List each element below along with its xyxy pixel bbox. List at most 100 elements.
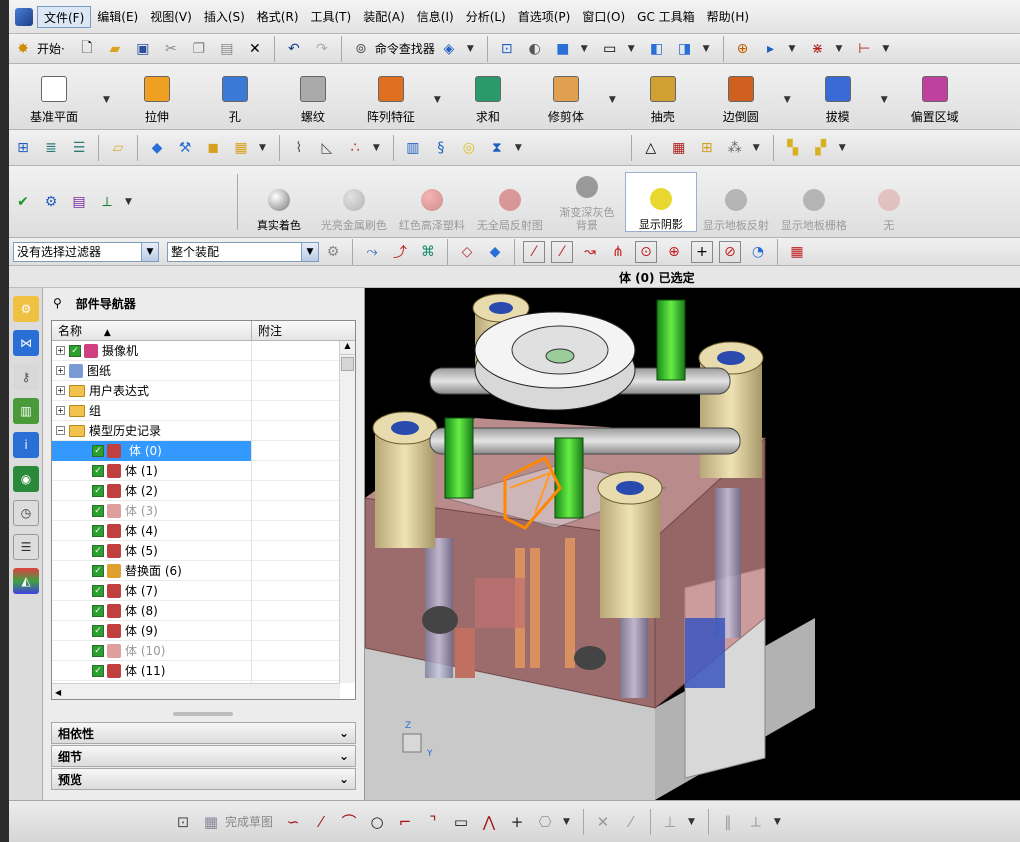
chevron-down-icon[interactable]: ▼ (103, 95, 110, 105)
tree-node[interactable]: + ✓ 摄像机 (52, 340, 252, 361)
grid-icon[interactable]: ▦ (786, 241, 808, 263)
cut-icon[interactable]: ✂ (160, 38, 182, 60)
tree-node[interactable]: ✓ 体 (11) (52, 660, 252, 681)
coordinate-icon[interactable]: ⟂ (96, 191, 118, 213)
tree-row[interactable]: + 图纸 (52, 360, 355, 381)
reuse-library-tab-icon[interactable]: ▥ (13, 398, 39, 424)
tree-node[interactable]: ✓ 体 (10) (52, 640, 252, 661)
feature-button[interactable]: 偏置区域 (896, 67, 974, 125)
undo-icon[interactable]: ↶ (283, 38, 305, 60)
paste-icon[interactable]: ▤ (216, 38, 238, 60)
tree-node[interactable]: ✓ 体 (0) (52, 440, 252, 461)
shading-button[interactable]: 显示地板栅格 (775, 172, 853, 232)
binoculars-icon[interactable]: ⊚ (350, 38, 372, 60)
chevron-down-icon[interactable]: ▼ (882, 44, 889, 54)
expand-icon[interactable]: + (56, 346, 65, 355)
assembly-navigator-tab-icon[interactable]: ⚙ (13, 296, 39, 322)
start-button[interactable]: 开始· (37, 40, 65, 57)
tree-row[interactable]: ✓ 替换面 (6) (52, 560, 355, 581)
visibility-checkbox[interactable]: ✓ (92, 584, 104, 597)
finish-sketch-button[interactable]: 完成草图 (225, 813, 273, 830)
select-feature-icon[interactable]: ⌘ (417, 241, 439, 263)
snap-center-icon[interactable]: ⊙ (635, 240, 657, 263)
app-icon[interactable] (15, 7, 33, 26)
table-icon[interactable]: ▦ (668, 137, 690, 159)
snap-point-icon[interactable]: + (691, 240, 713, 263)
tree-row[interactable]: ✓ 体 (2) (52, 480, 355, 501)
part-navigator-tab-icon[interactable]: ⚷ (13, 364, 39, 390)
polygon-icon[interactable]: ⋀ (478, 811, 500, 833)
profile-icon[interactable]: ∽ (282, 811, 304, 833)
feature-button[interactable]: 拉伸 (118, 67, 196, 125)
tree-node[interactable]: + 组 (52, 400, 252, 421)
hammer-icon[interactable]: ⚒ (174, 137, 196, 159)
chevron-down-icon[interactable]: ▼ (259, 143, 266, 153)
chevron-down-icon[interactable]: ▼ (301, 242, 318, 261)
layer-settings-icon[interactable]: ☰ (68, 137, 90, 159)
selection-filter-dropdown[interactable]: 没有选择过滤器 ▼ (13, 241, 159, 262)
assembly-scope-dropdown[interactable]: 整个装配 ▼ (167, 241, 319, 262)
tree-node[interactable]: ✓ 体 (3) (52, 500, 252, 521)
chevron-down-icon[interactable]: ▼ (515, 143, 522, 153)
feature-button[interactable]: 螺纹 (274, 67, 352, 125)
select-face-icon[interactable]: ⤳ (361, 241, 383, 263)
tree-row[interactable]: − 模型历史记录 (52, 420, 355, 441)
visibility-checkbox[interactable]: ✓ (92, 544, 104, 557)
tree-row[interactable]: ✓ 体 (4) (52, 520, 355, 541)
chevron-down-icon[interactable]: ⌄ (339, 726, 349, 740)
check-geometry-icon[interactable]: ✔ (12, 191, 34, 213)
start-icon[interactable]: ✸ (12, 38, 34, 60)
menu-item[interactable]: 工具(T) (305, 6, 358, 28)
history-tab-icon[interactable]: ◷ (13, 500, 39, 526)
snap-intersect-icon[interactable]: ⋔ (607, 241, 629, 263)
tree-row[interactable]: + 用户表达式 (52, 380, 355, 401)
rectangle-icon[interactable]: ▭ (450, 811, 472, 833)
horizontal-scrollbar[interactable]: ◀ (52, 683, 340, 699)
blocks-icon[interactable]: ▚ (782, 137, 804, 159)
menu-item[interactable]: 帮助(H) (701, 6, 755, 28)
tree-row[interactable]: ✓ 体 (8) (52, 600, 355, 621)
extend-icon[interactable]: ⁄ (620, 811, 642, 833)
tree-row[interactable]: ✓ 体 (10) (52, 640, 355, 661)
redo-icon[interactable]: ↷ (311, 38, 333, 60)
snap-curve-icon[interactable]: ↝ (579, 241, 601, 263)
new-file-icon[interactable]: 🗋 (76, 38, 98, 60)
shading-button[interactable]: 显示阴影 (624, 171, 697, 232)
open-folder-icon[interactable]: ▰ (104, 38, 126, 60)
fit-view-icon[interactable]: ⊡ (496, 38, 518, 60)
chevron-down-icon[interactable]: ▼ (835, 44, 842, 54)
select-solid-icon[interactable]: ◆ (484, 241, 506, 263)
chevron-down-icon[interactable]: ▼ (125, 197, 132, 207)
tree-row[interactable]: + ✓ 摄像机 (52, 340, 355, 361)
selection-icon[interactable]: ◈ (438, 38, 460, 60)
eraser-icon[interactable]: ▱ (107, 137, 129, 159)
tree-node[interactable]: + 图纸 (52, 360, 252, 381)
menu-item[interactable]: 视图(V) (144, 6, 198, 28)
visibility-checkbox[interactable]: ✓ (92, 444, 104, 457)
chevron-down-icon[interactable]: ▼ (434, 95, 441, 105)
info-tab-icon[interactable]: i (13, 432, 39, 458)
collapse-icon[interactable]: − (56, 426, 65, 435)
column-header-note[interactable]: 附注 (252, 321, 355, 340)
scroll-left-icon[interactable]: ◀ (55, 688, 61, 697)
snap-normal-icon[interactable]: ◔ (747, 241, 769, 263)
tree-node[interactable]: ✓ 体 (9) (52, 620, 252, 641)
palette-tab-icon[interactable]: ◭ (13, 568, 39, 594)
mold-assembly-model[interactable]: Z Y (365, 288, 1020, 800)
visibility-checkbox[interactable]: ✓ (92, 624, 104, 637)
shading-button[interactable]: 光亮金属刷色 (315, 172, 393, 232)
expand-icon[interactable]: + (56, 386, 65, 395)
menu-item[interactable]: 编辑(E) (91, 6, 144, 28)
feature-button[interactable]: 阵列特征 (352, 67, 430, 125)
snap-arc-icon[interactable]: ⊘ (719, 240, 741, 263)
offset-icon[interactable]: ⎔ (534, 811, 556, 833)
text-icon[interactable]: ▦ (230, 137, 252, 159)
feature-button[interactable]: 拔模 (799, 67, 877, 125)
point-set-icon[interactable]: ∴ (344, 137, 366, 159)
component-icon[interactable]: ◼ (202, 137, 224, 159)
layers-icon[interactable]: ≣ (40, 137, 62, 159)
tree-node[interactable]: ✓ 替换面 (6) (52, 560, 252, 581)
shading-button[interactable]: 无 (853, 172, 925, 232)
move-object-icon[interactable]: ◆ (146, 137, 168, 159)
spring-icon[interactable]: § (430, 137, 452, 159)
